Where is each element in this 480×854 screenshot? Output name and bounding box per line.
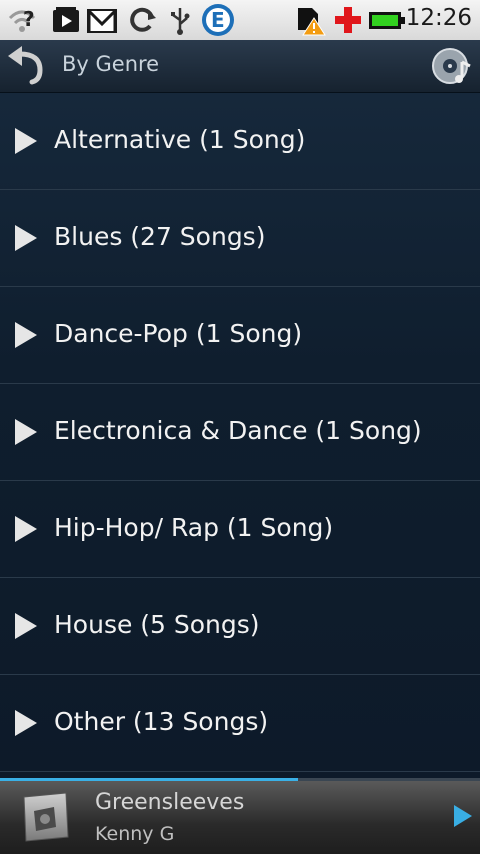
- list-item[interactable]: Hip-Hop/ Rap (1 Song): [0, 481, 480, 578]
- play-arrow-icon[interactable]: [15, 419, 37, 445]
- album-art-icon: [23, 792, 69, 842]
- svg-text:?: ?: [23, 7, 35, 31]
- wifi-help-icon: ?: [8, 7, 36, 32]
- music-disc-icon[interactable]: [430, 44, 474, 88]
- gmail-icon: [87, 9, 117, 33]
- play-arrow-icon[interactable]: [15, 710, 37, 736]
- list-item-label: Other (13 Songs): [54, 707, 269, 736]
- sd-warning-icon: [298, 8, 326, 36]
- list-item[interactable]: Other (13 Songs): [0, 675, 480, 772]
- now-playing-title: Greensleeves: [95, 790, 245, 815]
- list-item-label: House (5 Songs): [54, 610, 260, 639]
- status-bar: ? E 12:26: [0, 0, 480, 41]
- play-arrow-icon[interactable]: [15, 225, 37, 251]
- app-e-icon: E: [202, 4, 234, 36]
- list-item-label: Alternative (1 Song): [54, 125, 306, 154]
- list-item-label: Dance-Pop (1 Song): [54, 319, 303, 348]
- back-icon[interactable]: [6, 46, 50, 86]
- svg-text:E: E: [211, 8, 225, 32]
- list-item[interactable]: Dance-Pop (1 Song): [0, 287, 480, 384]
- list-item-label: Blues (27 Songs): [54, 222, 266, 251]
- video-play-icon: [53, 7, 79, 32]
- list-item[interactable]: House (5 Songs): [0, 578, 480, 675]
- list-item[interactable]: Electronica & Dance (1 Song): [0, 384, 480, 481]
- list-item[interactable]: Alternative (1 Song): [0, 93, 480, 190]
- sync-icon: [130, 7, 156, 32]
- medical-cross-icon: [335, 7, 361, 33]
- now-playing-bar[interactable]: Greensleeves Kenny G: [0, 781, 480, 854]
- page-title: By Genre: [62, 52, 160, 76]
- play-arrow-icon[interactable]: [15, 613, 37, 639]
- now-playing-artist: Kenny G: [95, 823, 175, 845]
- usb-icon: [171, 8, 190, 35]
- list-item-label: Electronica & Dance (1 Song): [54, 416, 422, 445]
- list-item[interactable]: Blues (27 Songs): [0, 190, 480, 287]
- play-icon[interactable]: [454, 805, 472, 827]
- header-bar: By Genre: [0, 40, 480, 93]
- clock: 12:26: [405, 5, 472, 31]
- battery-icon: [369, 12, 405, 29]
- play-arrow-icon[interactable]: [15, 128, 37, 154]
- play-arrow-icon[interactable]: [15, 516, 37, 542]
- genre-list: Alternative (1 Song) Blues (27 Songs) Da…: [0, 93, 480, 778]
- list-item-label: Hip-Hop/ Rap (1 Song): [54, 513, 334, 542]
- play-arrow-icon[interactable]: [15, 322, 37, 348]
